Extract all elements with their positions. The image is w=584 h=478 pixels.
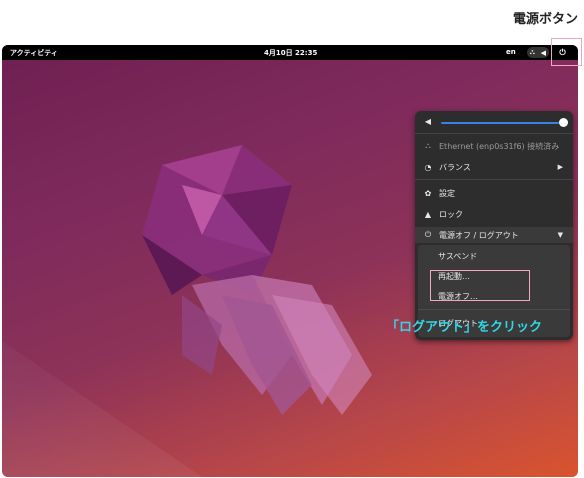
power-section-label: 電源オフ / ログアウト: [439, 230, 519, 240]
settings-item[interactable]: ✿ 設定: [415, 185, 573, 201]
desktop-screen: アクティビティ 4月10日 22:35 en ⛬ ◀ ⏻ ◀ ⛬ Etherne…: [2, 45, 578, 477]
logout-highlight: [430, 270, 530, 301]
gear-icon: ✿: [424, 188, 432, 198]
power-off-logout-section[interactable]: ⏻ 電源オフ / ログアウト ▼: [415, 227, 573, 243]
input-method-indicator[interactable]: en: [506, 48, 516, 56]
jellyfish-wallpaper: [142, 145, 372, 415]
network-wired-icon: ⛬: [425, 141, 431, 150]
suspend-item[interactable]: サスペンド: [418, 248, 570, 264]
top-bar: アクティビティ 4月10日 22:35 en ⛬ ◀ ⏻: [2, 45, 578, 60]
ethernet-row[interactable]: ⛬ Ethernet (enp0s31f6) 接続済み: [415, 138, 573, 154]
chevron-down-icon: ▼: [557, 231, 563, 239]
activities-button[interactable]: アクティビティ: [10, 48, 58, 58]
menu-divider: [415, 133, 573, 134]
lock-item[interactable]: ▲ ロック: [415, 206, 573, 222]
volume-slider-track[interactable]: [441, 122, 559, 124]
menu-divider: [415, 179, 573, 180]
chevron-right-icon: ▶: [557, 163, 563, 171]
system-menu: ◀ ⛬ Ethernet (enp0s31f6) 接続済み ◔ バランス ▶ ✿…: [415, 111, 573, 340]
volume-slider-knob[interactable]: [559, 118, 568, 127]
menu-divider: [418, 309, 570, 310]
power-button-highlight: [551, 38, 582, 66]
power-mode-icon: ◔: [424, 162, 432, 172]
system-status-area[interactable]: ⛬ ◀: [527, 47, 549, 58]
power-button-caption: 電源ボタン: [512, 12, 578, 27]
volume-row[interactable]: ◀: [415, 113, 573, 129]
power-mode-row[interactable]: ◔ バランス ▶: [415, 159, 573, 175]
lock-icon: ▲: [424, 209, 432, 219]
power-icon: ⏻: [424, 230, 432, 239]
balance-label: バランス: [439, 162, 471, 172]
settings-label: 設定: [439, 188, 455, 198]
ethernet-label: Ethernet (enp0s31f6) 接続済み: [439, 141, 560, 151]
speaker-icon: ◀: [424, 116, 432, 126]
network-icon: ⛬: [529, 48, 535, 56]
suspend-label: サスペンド: [438, 251, 478, 261]
click-instruction: 「ログアウト」をクリック: [386, 320, 543, 335]
lock-label: ロック: [439, 209, 463, 219]
volume-icon: ◀: [540, 48, 547, 57]
clock[interactable]: 4月10日 22:35: [264, 48, 317, 58]
